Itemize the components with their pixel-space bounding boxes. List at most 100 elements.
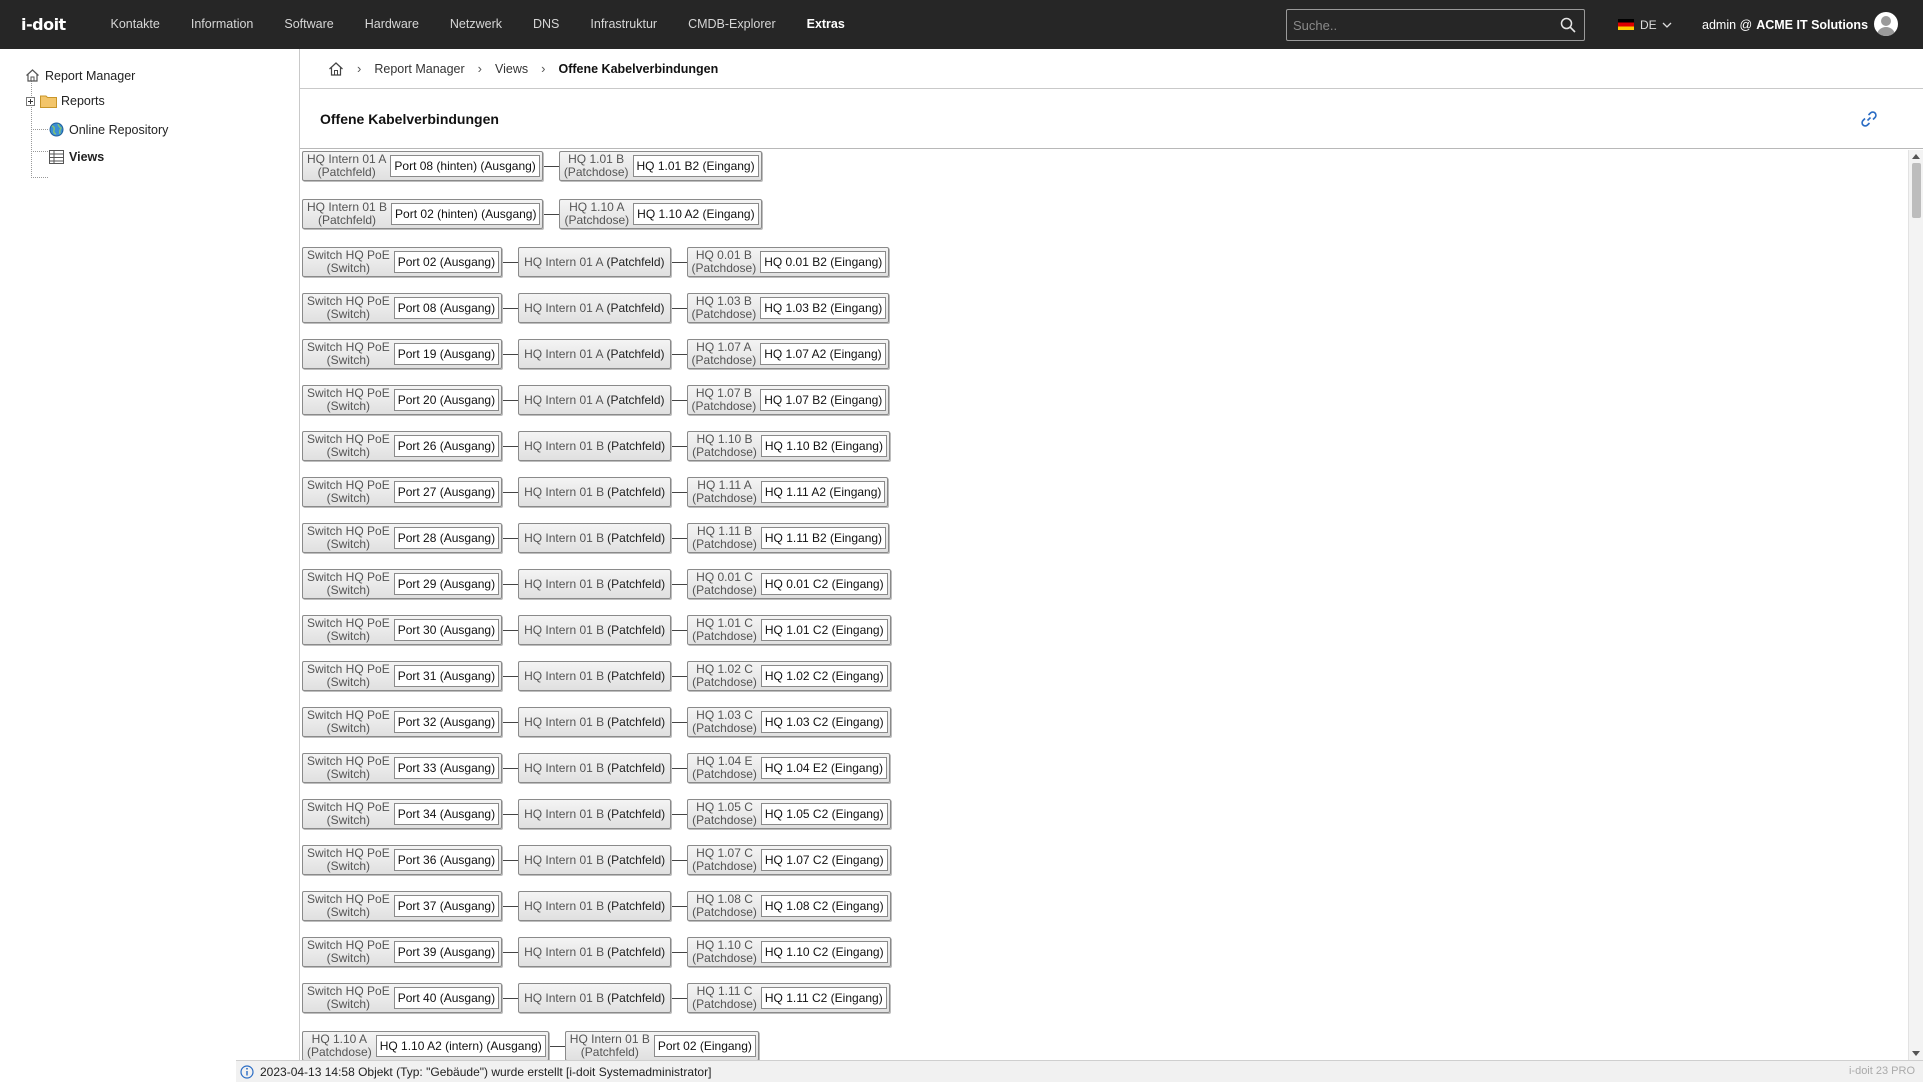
- cable-object[interactable]: Switch HQ PoE (Switch) Port 27 (Ausgang): [302, 477, 503, 507]
- cable-object[interactable]: HQ Intern 01 B (Patchfeld): [518, 891, 672, 921]
- i-doit-logo[interactable]: i-doit: [21, 15, 95, 34]
- cable-object[interactable]: HQ Intern 01 B (Patchfeld): [518, 569, 672, 599]
- cable-object[interactable]: HQ Intern 01 B (Patchfeld): [518, 753, 672, 783]
- port-label[interactable]: HQ 0.01 C2 (Eingang): [760, 573, 888, 595]
- nav-item-extras[interactable]: Extras: [791, 0, 860, 49]
- cable-object[interactable]: HQ Intern 01 A (Patchfeld) Port 08 (hinten…: [302, 151, 543, 181]
- port-label[interactable]: HQ 1.03 C2 (Eingang): [760, 711, 888, 733]
- nav-item-dns[interactable]: DNS: [518, 0, 575, 49]
- port-label[interactable]: HQ 1.03 B2 (Eingang): [760, 297, 887, 319]
- cable-object[interactable]: HQ 1.01 B (Patchdose) HQ 1.01 B2 (Eingang): [558, 151, 762, 181]
- cable-object[interactable]: HQ Intern 01 B (Patchfeld): [518, 799, 672, 829]
- cable-object[interactable]: HQ 1.10 A (Patchdose) HQ 1.10 A2 (Eingang): [559, 199, 762, 229]
- expand-plus-icon[interactable]: [26, 96, 35, 106]
- cable-object[interactable]: Switch HQ PoE (Switch) Port 37 (Ausgang): [302, 891, 503, 921]
- cable-object[interactable]: HQ 1.03 C (Patchdose) HQ 1.03 C2 (Eingang): [687, 707, 891, 737]
- port-label[interactable]: Port 20 (Ausgang): [393, 389, 500, 411]
- port-label[interactable]: HQ 1.10 A2 (intern) (Ausgang): [375, 1035, 546, 1057]
- scroll-up-arrow-icon[interactable]: [1912, 154, 1920, 159]
- cable-object[interactable]: HQ 0.01 C (Patchdose) HQ 0.01 C2 (Eingang): [687, 569, 891, 599]
- port-label[interactable]: HQ 1.01 C2 (Eingang): [760, 619, 888, 641]
- cable-object[interactable]: HQ 1.11 A (Patchdose) HQ 1.11 A2 (Eingang): [687, 477, 889, 507]
- cable-object[interactable]: HQ 1.10 C (Patchdose) HQ 1.10 C2 (Eingang): [687, 937, 891, 967]
- language-selector[interactable]: DE: [1618, 0, 1672, 49]
- cable-object[interactable]: HQ Intern 01 A (Patchfeld): [518, 293, 671, 323]
- breadcrumb-item-views[interactable]: Views: [495, 62, 528, 76]
- port-label[interactable]: HQ 1.11 B2 (Eingang): [760, 527, 887, 549]
- port-label[interactable]: HQ 1.05 C2 (Eingang): [760, 803, 888, 825]
- port-label[interactable]: HQ 1.07 B2 (Eingang): [760, 389, 887, 411]
- nav-item-netzwerk[interactable]: Netzwerk: [434, 0, 517, 49]
- cable-object[interactable]: HQ Intern 01 A (Patchfeld): [518, 247, 671, 277]
- cable-object[interactable]: HQ Intern 01 B (Patchfeld): [518, 661, 672, 691]
- vertical-scrollbar[interactable]: [1908, 150, 1923, 1060]
- port-label[interactable]: Port 39 (Ausgang): [393, 941, 500, 963]
- nav-item-software[interactable]: Software: [269, 0, 349, 49]
- search-icon[interactable]: [1560, 17, 1576, 33]
- cable-object[interactable]: Switch HQ PoE (Switch) Port 26 (Ausgang): [302, 431, 503, 461]
- cable-object[interactable]: HQ Intern 01 B (Patchfeld): [518, 983, 672, 1013]
- port-label[interactable]: HQ 0.01 B2 (Eingang): [760, 251, 887, 273]
- breadcrumb-item-report-manager[interactable]: Report Manager: [374, 62, 464, 76]
- home-icon[interactable]: [328, 61, 344, 77]
- cable-object[interactable]: Switch HQ PoE (Switch) Port 31 (Ausgang): [302, 661, 503, 691]
- user-menu[interactable]: admin @ ACME IT Solutions: [1702, 0, 1868, 49]
- scrollbar-thumb[interactable]: [1912, 163, 1921, 218]
- port-label[interactable]: Port 02 (hinten) (Ausgang): [391, 203, 541, 225]
- cable-object[interactable]: HQ 1.02 C (Patchdose) HQ 1.02 C2 (Eingang): [687, 661, 891, 691]
- cable-object[interactable]: HQ 1.04 E (Patchdose) HQ 1.04 E2 (Eingang): [687, 753, 890, 783]
- cable-object[interactable]: HQ 0.01 B (Patchdose) HQ 0.01 B2 (Eingang): [686, 247, 890, 277]
- port-label[interactable]: Port 32 (Ausgang): [393, 711, 500, 733]
- nav-item-kontakte[interactable]: Kontakte: [95, 0, 175, 49]
- cable-object[interactable]: Switch HQ PoE (Switch) Port 02 (Ausgang): [302, 247, 503, 277]
- port-label[interactable]: Port 34 (Ausgang): [393, 803, 500, 825]
- cable-object[interactable]: Switch HQ PoE (Switch) Port 20 (Ausgang): [302, 385, 503, 415]
- cable-object[interactable]: HQ Intern 01 A (Patchfeld): [518, 339, 671, 369]
- sidebar-item-online-repository[interactable]: Online Repository: [49, 122, 168, 137]
- cable-object[interactable]: HQ Intern 01 B (Patchfeld) Port 02 (Eingan…: [564, 1031, 759, 1060]
- port-label[interactable]: HQ 1.07 A2 (Eingang): [760, 343, 886, 365]
- port-label[interactable]: HQ 1.10 C2 (Eingang): [760, 941, 888, 963]
- cable-object[interactable]: HQ Intern 01 B (Patchfeld): [518, 523, 672, 553]
- port-label[interactable]: Port 02 (Eingang): [653, 1035, 756, 1057]
- cable-object[interactable]: Switch HQ PoE (Switch) Port 36 (Ausgang): [302, 845, 503, 875]
- cable-object[interactable]: HQ 1.08 C (Patchdose) HQ 1.08 C2 (Eingang): [687, 891, 891, 921]
- cable-object[interactable]: HQ Intern 01 A (Patchfeld): [518, 385, 671, 415]
- port-label[interactable]: Port 31 (Ausgang): [393, 665, 500, 687]
- cable-object[interactable]: Switch HQ PoE (Switch) Port 29 (Ausgang): [302, 569, 503, 599]
- search-input[interactable]: [1287, 10, 1547, 40]
- port-label[interactable]: Port 08 (hinten) (Ausgang): [390, 155, 540, 177]
- port-label[interactable]: HQ 1.10 A2 (Eingang): [633, 203, 759, 225]
- cable-object[interactable]: HQ 1.05 C (Patchdose) HQ 1.05 C2 (Eingang): [687, 799, 891, 829]
- port-label[interactable]: Port 27 (Ausgang): [393, 481, 500, 503]
- port-label[interactable]: Port 28 (Ausgang): [393, 527, 500, 549]
- port-label[interactable]: HQ 1.02 C2 (Eingang): [760, 665, 888, 687]
- cable-object[interactable]: HQ Intern 01 B (Patchfeld): [518, 431, 672, 461]
- port-label[interactable]: HQ 1.11 A2 (Eingang): [760, 481, 886, 503]
- cable-object[interactable]: Switch HQ PoE (Switch) Port 08 (Ausgang): [302, 293, 503, 323]
- cable-object[interactable]: HQ Intern 01 B (Patchfeld): [518, 707, 672, 737]
- cable-object[interactable]: HQ 1.07 C (Patchdose) HQ 1.07 C2 (Eingang): [687, 845, 891, 875]
- link-icon[interactable]: [1860, 110, 1878, 128]
- cable-object[interactable]: HQ Intern 01 B (Patchfeld): [518, 937, 672, 967]
- cable-object[interactable]: Switch HQ PoE (Switch) Port 34 (Ausgang): [302, 799, 503, 829]
- user-avatar-icon[interactable]: [1874, 12, 1898, 36]
- port-label[interactable]: Port 29 (Ausgang): [393, 573, 500, 595]
- cable-object[interactable]: HQ 1.07 B (Patchdose) HQ 1.07 B2 (Eingang): [686, 385, 890, 415]
- cable-object[interactable]: Switch HQ PoE (Switch) Port 39 (Ausgang): [302, 937, 503, 967]
- cable-object[interactable]: HQ 1.11 B (Patchdose) HQ 1.11 B2 (Eingang): [687, 523, 890, 553]
- cable-object[interactable]: HQ 1.03 B (Patchdose) HQ 1.03 B2 (Eingang): [686, 293, 890, 323]
- nav-item-information[interactable]: Information: [175, 0, 269, 49]
- cable-object[interactable]: HQ Intern 01 B (Patchfeld): [518, 615, 672, 645]
- cable-object[interactable]: HQ 1.07 A (Patchdose) HQ 1.07 A2 (Eingang): [686, 339, 889, 369]
- port-label[interactable]: HQ 1.01 B2 (Eingang): [632, 155, 759, 177]
- sidebar-item-reports[interactable]: Reports: [26, 94, 105, 108]
- port-label[interactable]: HQ 1.10 B2 (Eingang): [760, 435, 887, 457]
- cable-object[interactable]: HQ 1.01 C (Patchdose) HQ 1.01 C2 (Eingang): [687, 615, 891, 645]
- cable-object[interactable]: HQ Intern 01 B (Patchfeld): [518, 477, 672, 507]
- port-label[interactable]: Port 02 (Ausgang): [393, 251, 500, 273]
- cable-object[interactable]: HQ Intern 01 B (Patchfeld) Port 02 (hinten…: [302, 199, 544, 229]
- port-label[interactable]: Port 40 (Ausgang): [393, 987, 500, 1009]
- nav-item-infrastruktur[interactable]: Infrastruktur: [575, 0, 673, 49]
- port-label[interactable]: HQ 1.11 C2 (Eingang): [760, 987, 887, 1009]
